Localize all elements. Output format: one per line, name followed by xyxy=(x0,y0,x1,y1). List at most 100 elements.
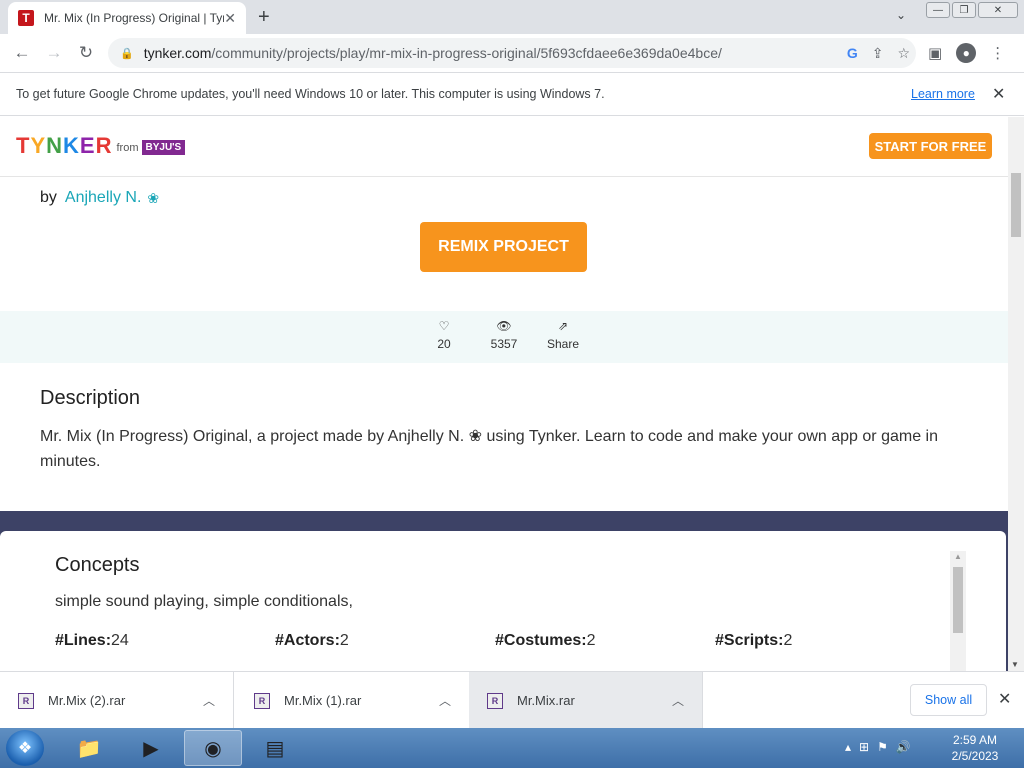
tab-close-icon[interactable]: ✕ xyxy=(224,10,236,27)
page-scrollbar[interactable]: ▼ xyxy=(1008,117,1024,671)
window-controls: — ❐ ✕ xyxy=(926,2,1018,18)
chevron-up-icon[interactable]: ︿ xyxy=(672,692,684,709)
share-stat[interactable]: ⇗ Share xyxy=(545,319,581,351)
logo-from-text: from xyxy=(116,142,139,154)
download-filename: Mr.Mix (2).rar xyxy=(48,693,126,708)
project-stats: ♡ 20 👁 5357 ⇗ Share xyxy=(0,311,1008,363)
byjus-logo: BYJU'S xyxy=(141,140,186,155)
url-path: /community/projects/play/mr-mix-in-progr… xyxy=(211,45,722,61)
chevron-up-icon[interactable]: ︿ xyxy=(439,692,451,709)
browser-toolbar: ← → ↻ 🔒 tynker.com/community/projects/pl… xyxy=(0,34,1024,72)
media-player-icon[interactable]: ▶ xyxy=(122,730,180,766)
remix-project-button[interactable]: REMIX PROJECT xyxy=(420,222,587,272)
metric-scripts: #Scripts:2 xyxy=(715,632,792,650)
clock-date: 2/5/2023 xyxy=(951,749,999,763)
winrar-icon: R xyxy=(487,692,503,709)
chrome-menu-icon[interactable]: ⋮ xyxy=(990,44,1005,62)
url-text[interactable]: tynker.com/community/projects/play/mr-mi… xyxy=(144,45,722,61)
back-icon[interactable]: ← xyxy=(6,43,38,63)
start-button-icon[interactable]: ❖ xyxy=(6,730,44,766)
winrar-icon: R xyxy=(18,692,34,709)
learn-more-link[interactable]: Learn more xyxy=(911,87,975,101)
page-scroll-thumb[interactable] xyxy=(1011,173,1021,237)
profile-avatar-icon[interactable]: ● xyxy=(956,43,977,63)
metric-label: #Costumes: xyxy=(495,632,587,649)
show-all-button[interactable]: Show all xyxy=(910,684,987,716)
winrar-icon: R xyxy=(254,692,270,709)
volume-icon[interactable]: 🔊 xyxy=(896,740,911,754)
metric-lines: #Lines:24 xyxy=(55,632,129,650)
views-stat: 👁 5357 xyxy=(486,319,522,351)
author-link[interactable]: Anjhelly N. xyxy=(65,189,141,207)
views-count: 5357 xyxy=(490,337,518,351)
restore-icon[interactable]: ❐ xyxy=(952,2,976,18)
chrome-icon[interactable]: ◉ xyxy=(184,730,242,766)
bookmark-star-icon[interactable]: ☆ xyxy=(897,45,910,62)
url-host: tynker.com xyxy=(143,45,212,61)
app-window-icon[interactable]: ▤ xyxy=(246,730,304,766)
window-close-icon[interactable]: ✕ xyxy=(978,2,1018,18)
explorer-icon[interactable]: 📁 xyxy=(60,730,118,766)
clock-time: 2:59 AM xyxy=(952,733,998,747)
lock-icon[interactable]: 🔒 xyxy=(120,47,134,60)
google-lens-icon[interactable]: G xyxy=(847,45,858,62)
infobar-message: To get future Google Chrome updates, you… xyxy=(16,87,605,101)
concepts-title: Concepts xyxy=(55,554,140,576)
system-tray: ▴ ⊞ ⚑ 🔊 xyxy=(845,740,911,754)
page-viewport: TYNKER from BYJU'S START FOR FREE by Anj… xyxy=(0,117,1008,671)
side-panel-icon[interactable]: ▣ xyxy=(928,44,942,62)
tynker-logo[interactable]: TYNKER from BYJU'S xyxy=(16,133,186,159)
badge-icon: ❀ xyxy=(147,189,160,206)
concepts-text: simple sound playing, simple conditional… xyxy=(55,593,353,610)
likes-stat[interactable]: ♡ 20 xyxy=(432,319,456,351)
tab-search-chevron-icon[interactable]: ⌄ xyxy=(896,8,906,22)
metric-value: 2 xyxy=(783,632,793,649)
infobar-close-icon[interactable]: ✕ xyxy=(992,84,1005,104)
update-infobar: To get future Google Chrome updates, you… xyxy=(0,72,1024,116)
browser-tab[interactable]: T Mr. Mix (In Progress) Original | Tynke… xyxy=(8,2,246,34)
action-center-icon[interactable]: ⚑ xyxy=(877,740,888,754)
scroll-up-icon[interactable]: ▲ xyxy=(954,552,962,561)
download-filename: Mr.Mix (1).rar xyxy=(284,693,362,708)
windows-taskbar: ❖ 📁 ▶ ◉ ▤ ▴ ⊞ ⚑ 🔊 2:59 AM 2/5/2023 xyxy=(0,728,1024,768)
system-clock[interactable]: 2:59 AM 2/5/2023 xyxy=(940,732,1010,764)
concepts-card: Concepts simple sound playing, simple co… xyxy=(0,531,1006,671)
metric-label: #Lines: xyxy=(55,632,112,649)
download-filename: Mr.Mix.rar xyxy=(517,693,575,708)
download-shelf: R Mr.Mix (2).rar ︿ R Mr.Mix (1).rar ︿ R … xyxy=(0,671,1024,729)
share-label: Share xyxy=(546,337,580,351)
network-icon[interactable]: ⊞ xyxy=(859,740,869,754)
tynker-logo-wordmark-icon: TYNKER xyxy=(16,133,113,158)
chevron-up-icon[interactable]: ︿ xyxy=(203,692,215,709)
metric-label: #Actors: xyxy=(275,632,340,649)
metric-value: 24 xyxy=(111,632,129,649)
show-hidden-icons-icon[interactable]: ▴ xyxy=(845,740,851,754)
heart-icon: ♡ xyxy=(438,319,450,333)
address-bar[interactable]: 🔒 tynker.com/community/projects/play/mr-… xyxy=(108,38,916,68)
start-for-free-button[interactable]: START FOR FREE xyxy=(869,133,992,159)
new-tab-icon[interactable]: + xyxy=(258,6,270,29)
download-shelf-close-icon[interactable]: ✕ xyxy=(998,689,1011,709)
metric-costumes: #Costumes:2 xyxy=(495,632,595,650)
concepts-scroll-thumb[interactable] xyxy=(953,567,963,633)
eye-icon: 👁 xyxy=(496,319,512,333)
concepts-scrollbar[interactable]: ▲ xyxy=(950,551,966,671)
forward-icon[interactable]: → xyxy=(38,43,70,63)
minimize-icon[interactable]: — xyxy=(926,2,950,18)
likes-count: 20 xyxy=(437,337,451,351)
share-page-icon[interactable]: ⇪ xyxy=(872,45,884,62)
reload-icon[interactable]: ↻ xyxy=(70,43,102,63)
tynker-favicon-icon: T xyxy=(18,10,34,26)
scroll-down-icon[interactable]: ▼ xyxy=(1011,660,1019,669)
download-item[interactable]: R Mr.Mix (1).rar ︿ xyxy=(236,672,470,729)
description-title: Description xyxy=(40,387,141,409)
by-label: by xyxy=(40,189,57,206)
project-byline: by Anjhelly N. ❀ xyxy=(40,189,159,207)
share-icon: ⇗ xyxy=(557,319,569,333)
metric-label: #Scripts: xyxy=(715,632,784,649)
description-text: Mr. Mix (In Progress) Original, a projec… xyxy=(40,428,938,470)
download-item[interactable]: R Mr.Mix.rar ︿ xyxy=(469,672,703,729)
metric-actors: #Actors:2 xyxy=(275,632,349,650)
metric-value: 2 xyxy=(586,632,596,649)
download-item[interactable]: R Mr.Mix (2).rar ︿ xyxy=(0,672,234,729)
